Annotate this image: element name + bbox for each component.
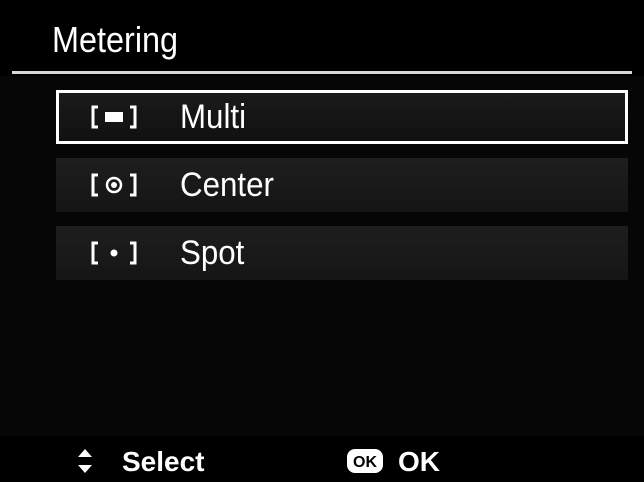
select-hint-label: Select xyxy=(122,446,205,477)
up-down-arrows-icon xyxy=(78,449,92,473)
page-title: Metering xyxy=(52,19,179,60)
title-divider xyxy=(12,71,632,74)
menu-list: Multi Center Spot xyxy=(0,76,644,436)
multi-metering-icon xyxy=(91,105,137,129)
menu-item-spot[interactable]: Spot xyxy=(56,226,628,280)
title-bar: Metering xyxy=(0,0,644,70)
menu-item-multi[interactable]: Multi xyxy=(56,90,628,144)
ok-button-icon-text: OK xyxy=(353,454,377,471)
spot-metering-icon xyxy=(91,241,137,265)
menu-item-label: Center xyxy=(180,166,274,204)
ok-button-icon: OK xyxy=(347,449,383,473)
ok-hint-label: OK xyxy=(398,446,440,477)
menu-item-label: Multi xyxy=(180,98,247,136)
camera-menu-screen: Metering Multi Center Spot Select OK OK xyxy=(0,0,644,482)
center-weighted-metering-icon xyxy=(91,173,137,197)
menu-item-label: Spot xyxy=(180,234,245,272)
menu-item-center[interactable]: Center xyxy=(56,158,628,212)
hint-bar: Select OK OK xyxy=(0,436,644,482)
